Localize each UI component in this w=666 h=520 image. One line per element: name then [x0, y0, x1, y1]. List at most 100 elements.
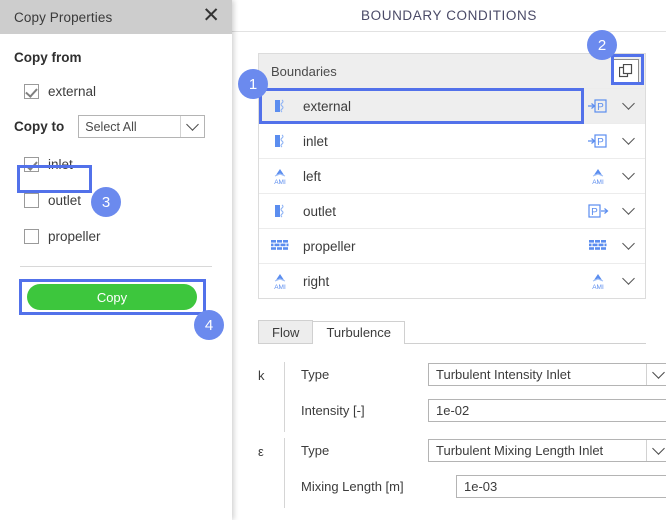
copy-from-heading: Copy from	[14, 50, 82, 65]
boundary-row-propeller[interactable]: propeller	[259, 228, 645, 263]
copy-to-label-propeller: propeller	[48, 228, 101, 244]
epsilon-type-value: Turbulent Mixing Length Inlet	[436, 442, 604, 458]
ami-icon: AMI	[585, 166, 611, 186]
copy-to-item-outlet[interactable]: outlet	[24, 188, 218, 212]
checkbox-outlet[interactable]	[24, 192, 39, 208]
boundary-conditions-panel: BOUNDARY CONDITIONS Boundaries external	[232, 0, 666, 520]
boundary-row-right[interactable]: AMI right AMI	[259, 263, 645, 298]
k-intensity-value: 1e-02	[436, 402, 470, 418]
field-row-k-type: Type Turbulent Intensity Inlet	[301, 362, 666, 386]
copy-from-item-external[interactable]: external	[24, 79, 218, 103]
ami-icon: AMI	[269, 166, 291, 186]
page-title: BOUNDARY CONDITIONS	[232, 0, 666, 32]
group-symbol-k: k	[258, 368, 265, 383]
boundary-name: left	[303, 168, 322, 184]
step-badge-3: 3	[91, 187, 121, 217]
chevron-down-icon[interactable]	[646, 363, 666, 385]
copy-to-label-inlet: inlet	[48, 156, 73, 172]
checkbox-inlet[interactable]	[24, 156, 39, 172]
svg-text:AMI: AMI	[592, 179, 604, 185]
boundary-name: propeller	[303, 238, 356, 254]
boundary-name: outlet	[303, 203, 337, 219]
pressure-outlet-icon: P	[585, 201, 611, 221]
boundary-row-external[interactable]: external P	[259, 88, 645, 123]
dialog-body: Copy from external Copy to Select All in…	[0, 34, 232, 248]
svg-text:P: P	[597, 137, 604, 148]
wall-icon	[269, 236, 291, 256]
pressure-inlet-icon: P	[585, 131, 611, 151]
wall-icon	[585, 236, 611, 256]
boundary-row-outlet[interactable]: outlet P	[259, 193, 645, 228]
step-badge-2: 2	[587, 30, 617, 60]
copy-to-label-outlet: outlet	[48, 192, 82, 208]
svg-text:P: P	[591, 207, 598, 218]
chevron-down-icon[interactable]	[180, 116, 204, 137]
chevron-down-icon[interactable]	[646, 439, 666, 461]
epsilon-mixing-length-input[interactable]: 1e-03	[456, 474, 666, 498]
tab-turbulence[interactable]: Turbulence	[312, 321, 406, 344]
copy-to-item-inlet[interactable]: inlet	[24, 152, 218, 176]
field-row-epsilon-type: Type Turbulent Mixing Length Inlet	[301, 438, 666, 462]
copy-properties-dialog: Copy Properties ✕ Copy from external Cop…	[0, 0, 232, 520]
patch-icon	[269, 96, 291, 116]
svg-text:AMI: AMI	[274, 179, 286, 185]
chevron-down-icon[interactable]	[619, 96, 637, 111]
field-group-epsilon: ε Type Turbulent Mixing Length Inlet Mix…	[258, 438, 666, 508]
patch-icon	[269, 201, 291, 221]
boundaries-list-header: Boundaries	[259, 54, 645, 88]
ami-icon: AMI	[269, 271, 291, 291]
tab-flow[interactable]: Flow	[258, 320, 314, 343]
chevron-down-icon[interactable]	[619, 201, 637, 216]
boundaries-list: Boundaries external P inlet P AMI left A…	[258, 53, 646, 299]
epsilon-type-select[interactable]: Turbulent Mixing Length Inlet	[428, 438, 666, 462]
chevron-down-icon[interactable]	[619, 236, 637, 251]
svg-text:P: P	[597, 102, 604, 113]
chevron-down-icon[interactable]	[619, 166, 637, 181]
field-row-k-intensity: Intensity [-] 1e-02	[301, 398, 666, 422]
svg-text:AMI: AMI	[592, 284, 604, 290]
copy-from-label-external: external	[48, 83, 97, 99]
k-intensity-input[interactable]: 1e-02	[428, 398, 666, 422]
close-icon[interactable]: ✕	[200, 5, 222, 29]
k-type-value: Turbulent Intensity Inlet	[436, 366, 571, 382]
boundary-row-left[interactable]: AMI left AMI	[259, 158, 645, 193]
copy-icon	[619, 64, 633, 78]
copy-to-row: Copy to Select All	[14, 115, 218, 138]
step-badge-1: 1	[238, 69, 268, 99]
patch-icon	[269, 131, 291, 151]
boundary-name: inlet	[303, 133, 328, 149]
ami-icon: AMI	[585, 271, 611, 291]
dialog-divider	[20, 266, 212, 267]
field-label-k-type: Type	[301, 366, 330, 382]
dialog-titlebar: Copy Properties ✕	[0, 0, 232, 34]
pressure-inlet-icon: P	[585, 96, 611, 116]
chevron-down-icon[interactable]	[619, 131, 637, 146]
checkbox-propeller[interactable]	[24, 228, 39, 244]
field-row-epsilon-mixing-length: Mixing Length [m] 1e-03	[301, 474, 666, 498]
boundary-row-inlet[interactable]: inlet P	[259, 123, 645, 158]
field-label-epsilon-mixing-length: Mixing Length [m]	[301, 478, 404, 494]
checkbox-external[interactable]	[24, 83, 39, 99]
field-label-epsilon-type: Type	[301, 442, 330, 458]
copy-to-item-propeller[interactable]: propeller	[24, 224, 218, 248]
field-label-k-intensity: Intensity [-]	[301, 402, 365, 418]
boundary-name: external	[303, 98, 352, 114]
copy-to-heading: Copy to	[14, 119, 65, 134]
k-type-select[interactable]: Turbulent Intensity Inlet	[428, 362, 666, 386]
group-divider	[284, 438, 285, 508]
group-divider	[284, 362, 285, 432]
epsilon-mixing-length-value: 1e-03	[464, 478, 498, 494]
boundary-name: right	[303, 273, 330, 289]
chevron-down-icon[interactable]	[619, 271, 637, 286]
step-badge-4: 4	[194, 310, 224, 340]
dialog-title: Copy Properties	[14, 9, 113, 25]
group-symbol-epsilon: ε	[258, 444, 264, 459]
copy-to-select[interactable]: Select All	[78, 115, 206, 138]
field-group-k: k Type Turbulent Intensity Inlet Intensi…	[258, 362, 666, 432]
copy-properties-button[interactable]	[613, 59, 639, 83]
svg-text:AMI: AMI	[274, 284, 286, 290]
boundaries-list-header-label: Boundaries	[271, 63, 337, 79]
copy-to-select-value: Select All	[85, 119, 137, 134]
property-tabs: Flow Turbulence	[258, 320, 646, 344]
copy-button[interactable]: Copy	[27, 284, 197, 310]
